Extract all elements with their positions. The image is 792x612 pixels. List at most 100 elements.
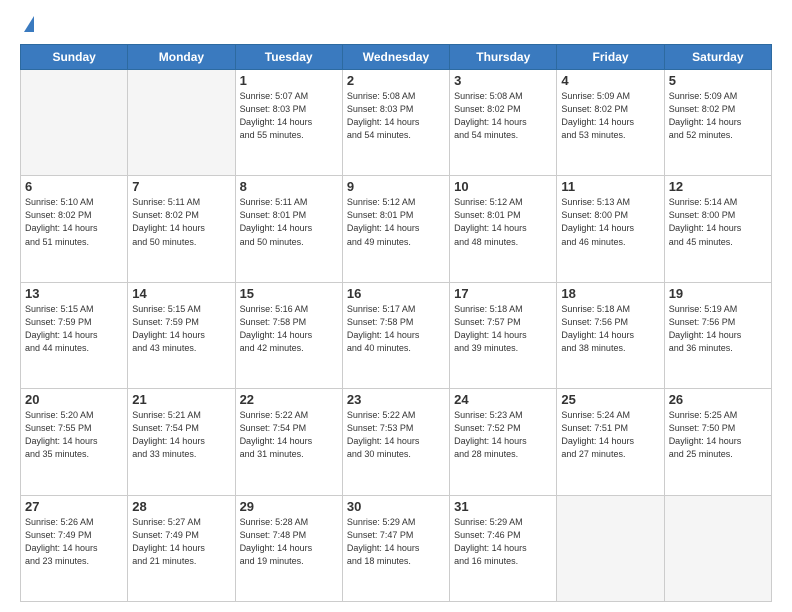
day-info: Sunrise: 5:13 AM Sunset: 8:00 PM Dayligh… [561, 196, 659, 248]
calendar-cell: 23 Sunrise: 5:22 AM Sunset: 7:53 PM Dayli… [342, 389, 449, 495]
day-number: 28 [132, 499, 230, 514]
calendar-cell: 31 Sunrise: 5:29 AM Sunset: 7:46 PM Dayli… [450, 495, 557, 601]
day-number: 11 [561, 179, 659, 194]
logo-triangle-icon [24, 16, 34, 32]
day-info: Sunrise: 5:18 AM Sunset: 7:57 PM Dayligh… [454, 303, 552, 355]
calendar-cell: 22 Sunrise: 5:22 AM Sunset: 7:54 PM Dayli… [235, 389, 342, 495]
calendar-cell [128, 70, 235, 176]
calendar-cell: 2Sunrise: 5:08 AM Sunset: 8:03 PM Daylig… [342, 70, 449, 176]
calendar-cell: 29 Sunrise: 5:28 AM Sunset: 7:48 PM Dayli… [235, 495, 342, 601]
page: SundayMondayTuesdayWednesdayThursdayFrid… [0, 0, 792, 612]
day-number: 7 [132, 179, 230, 194]
calendar-cell: 13Sunrise: 5:15 AM Sunset: 7:59 PM Dayli… [21, 282, 128, 388]
day-info: Sunrise: 5:17 AM Sunset: 7:58 PM Dayligh… [347, 303, 445, 355]
day-info: Sunrise: 5:21 AM Sunset: 7:54 PM Dayligh… [132, 409, 230, 461]
calendar-header-monday: Monday [128, 45, 235, 70]
day-number: 23 [347, 392, 445, 407]
day-number: 14 [132, 286, 230, 301]
day-info: Sunrise: 5:27 AM Sunset: 7:49 PM Dayligh… [132, 516, 230, 568]
calendar-header-saturday: Saturday [664, 45, 771, 70]
day-info: Sunrise: 5:08 AM Sunset: 8:02 PM Dayligh… [454, 90, 552, 142]
calendar-cell: 14 Sunrise: 5:15 AM Sunset: 7:59 PM Dayli… [128, 282, 235, 388]
calendar-cell: 11 Sunrise: 5:13 AM Sunset: 8:00 PM Dayli… [557, 176, 664, 282]
calendar-week-2: 6 Sunrise: 5:10 AM Sunset: 8:02 PM Daylig… [21, 176, 772, 282]
day-number: 26 [669, 392, 767, 407]
day-number: 24 [454, 392, 552, 407]
day-info: Sunrise: 5:10 AM Sunset: 8:02 PM Dayligh… [25, 196, 123, 248]
calendar-cell: 8Sunrise: 5:11 AM Sunset: 8:01 PM Daylig… [235, 176, 342, 282]
day-info: Sunrise: 5:25 AM Sunset: 7:50 PM Dayligh… [669, 409, 767, 461]
day-info: Sunrise: 5:22 AM Sunset: 7:53 PM Dayligh… [347, 409, 445, 461]
calendar-week-4: 20 Sunrise: 5:20 AM Sunset: 7:55 PM Dayli… [21, 389, 772, 495]
day-number: 21 [132, 392, 230, 407]
day-number: 20 [25, 392, 123, 407]
calendar-cell: 9 Sunrise: 5:12 AM Sunset: 8:01 PM Daylig… [342, 176, 449, 282]
day-number: 10 [454, 179, 552, 194]
calendar-cell: 24Sunrise: 5:23 AM Sunset: 7:52 PM Dayli… [450, 389, 557, 495]
day-info: Sunrise: 5:11 AM Sunset: 8:02 PM Dayligh… [132, 196, 230, 248]
day-number: 15 [240, 286, 338, 301]
calendar-cell: 5Sunrise: 5:09 AM Sunset: 8:02 PM Daylig… [664, 70, 771, 176]
day-number: 5 [669, 73, 767, 88]
day-info: Sunrise: 5:29 AM Sunset: 7:46 PM Dayligh… [454, 516, 552, 568]
day-info: Sunrise: 5:16 AM Sunset: 7:58 PM Dayligh… [240, 303, 338, 355]
day-info: Sunrise: 5:28 AM Sunset: 7:48 PM Dayligh… [240, 516, 338, 568]
day-number: 25 [561, 392, 659, 407]
day-number: 27 [25, 499, 123, 514]
calendar-week-3: 13Sunrise: 5:15 AM Sunset: 7:59 PM Dayli… [21, 282, 772, 388]
calendar-cell: 12Sunrise: 5:14 AM Sunset: 8:00 PM Dayli… [664, 176, 771, 282]
day-number: 16 [347, 286, 445, 301]
day-number: 31 [454, 499, 552, 514]
day-info: Sunrise: 5:15 AM Sunset: 7:59 PM Dayligh… [132, 303, 230, 355]
day-number: 22 [240, 392, 338, 407]
day-info: Sunrise: 5:12 AM Sunset: 8:01 PM Dayligh… [454, 196, 552, 248]
day-number: 8 [240, 179, 338, 194]
calendar-header-friday: Friday [557, 45, 664, 70]
calendar-cell: 26 Sunrise: 5:25 AM Sunset: 7:50 PM Dayli… [664, 389, 771, 495]
day-number: 4 [561, 73, 659, 88]
calendar-cell: 27 Sunrise: 5:26 AM Sunset: 7:49 PM Dayli… [21, 495, 128, 601]
calendar-cell: 18 Sunrise: 5:18 AM Sunset: 7:56 PM Dayli… [557, 282, 664, 388]
calendar-cell [557, 495, 664, 601]
calendar-cell: 19 Sunrise: 5:19 AM Sunset: 7:56 PM Dayli… [664, 282, 771, 388]
calendar-header-wednesday: Wednesday [342, 45, 449, 70]
day-number: 6 [25, 179, 123, 194]
calendar-week-1: 1 Sunrise: 5:07 AM Sunset: 8:03 PM Daylig… [21, 70, 772, 176]
day-info: Sunrise: 5:24 AM Sunset: 7:51 PM Dayligh… [561, 409, 659, 461]
day-info: Sunrise: 5:26 AM Sunset: 7:49 PM Dayligh… [25, 516, 123, 568]
calendar-cell: 3 Sunrise: 5:08 AM Sunset: 8:02 PM Daylig… [450, 70, 557, 176]
day-number: 18 [561, 286, 659, 301]
day-number: 19 [669, 286, 767, 301]
day-info: Sunrise: 5:20 AM Sunset: 7:55 PM Dayligh… [25, 409, 123, 461]
calendar-cell: 16 Sunrise: 5:17 AM Sunset: 7:58 PM Dayli… [342, 282, 449, 388]
day-info: Sunrise: 5:08 AM Sunset: 8:03 PM Dayligh… [347, 90, 445, 142]
calendar-cell: 30Sunrise: 5:29 AM Sunset: 7:47 PM Dayli… [342, 495, 449, 601]
calendar-cell: 15 Sunrise: 5:16 AM Sunset: 7:58 PM Dayli… [235, 282, 342, 388]
calendar-header-row: SundayMondayTuesdayWednesdayThursdayFrid… [21, 45, 772, 70]
calendar-cell: 6 Sunrise: 5:10 AM Sunset: 8:02 PM Daylig… [21, 176, 128, 282]
day-info: Sunrise: 5:07 AM Sunset: 8:03 PM Dayligh… [240, 90, 338, 142]
calendar-table: SundayMondayTuesdayWednesdayThursdayFrid… [20, 44, 772, 602]
calendar-cell: 1 Sunrise: 5:07 AM Sunset: 8:03 PM Daylig… [235, 70, 342, 176]
day-number: 29 [240, 499, 338, 514]
calendar-header-sunday: Sunday [21, 45, 128, 70]
calendar-cell [21, 70, 128, 176]
calendar-header-tuesday: Tuesday [235, 45, 342, 70]
calendar-cell: 17Sunrise: 5:18 AM Sunset: 7:57 PM Dayli… [450, 282, 557, 388]
day-info: Sunrise: 5:19 AM Sunset: 7:56 PM Dayligh… [669, 303, 767, 355]
header [20, 16, 772, 34]
day-number: 9 [347, 179, 445, 194]
calendar-cell: 7 Sunrise: 5:11 AM Sunset: 8:02 PM Daylig… [128, 176, 235, 282]
day-number: 3 [454, 73, 552, 88]
day-info: Sunrise: 5:22 AM Sunset: 7:54 PM Dayligh… [240, 409, 338, 461]
day-info: Sunrise: 5:12 AM Sunset: 8:01 PM Dayligh… [347, 196, 445, 248]
day-number: 1 [240, 73, 338, 88]
calendar-cell: 25 Sunrise: 5:24 AM Sunset: 7:51 PM Dayli… [557, 389, 664, 495]
logo [20, 16, 34, 34]
day-info: Sunrise: 5:18 AM Sunset: 7:56 PM Dayligh… [561, 303, 659, 355]
calendar-cell: 20 Sunrise: 5:20 AM Sunset: 7:55 PM Dayli… [21, 389, 128, 495]
day-info: Sunrise: 5:14 AM Sunset: 8:00 PM Dayligh… [669, 196, 767, 248]
calendar-week-5: 27 Sunrise: 5:26 AM Sunset: 7:49 PM Dayli… [21, 495, 772, 601]
calendar-cell: 28 Sunrise: 5:27 AM Sunset: 7:49 PM Dayli… [128, 495, 235, 601]
calendar-cell [664, 495, 771, 601]
